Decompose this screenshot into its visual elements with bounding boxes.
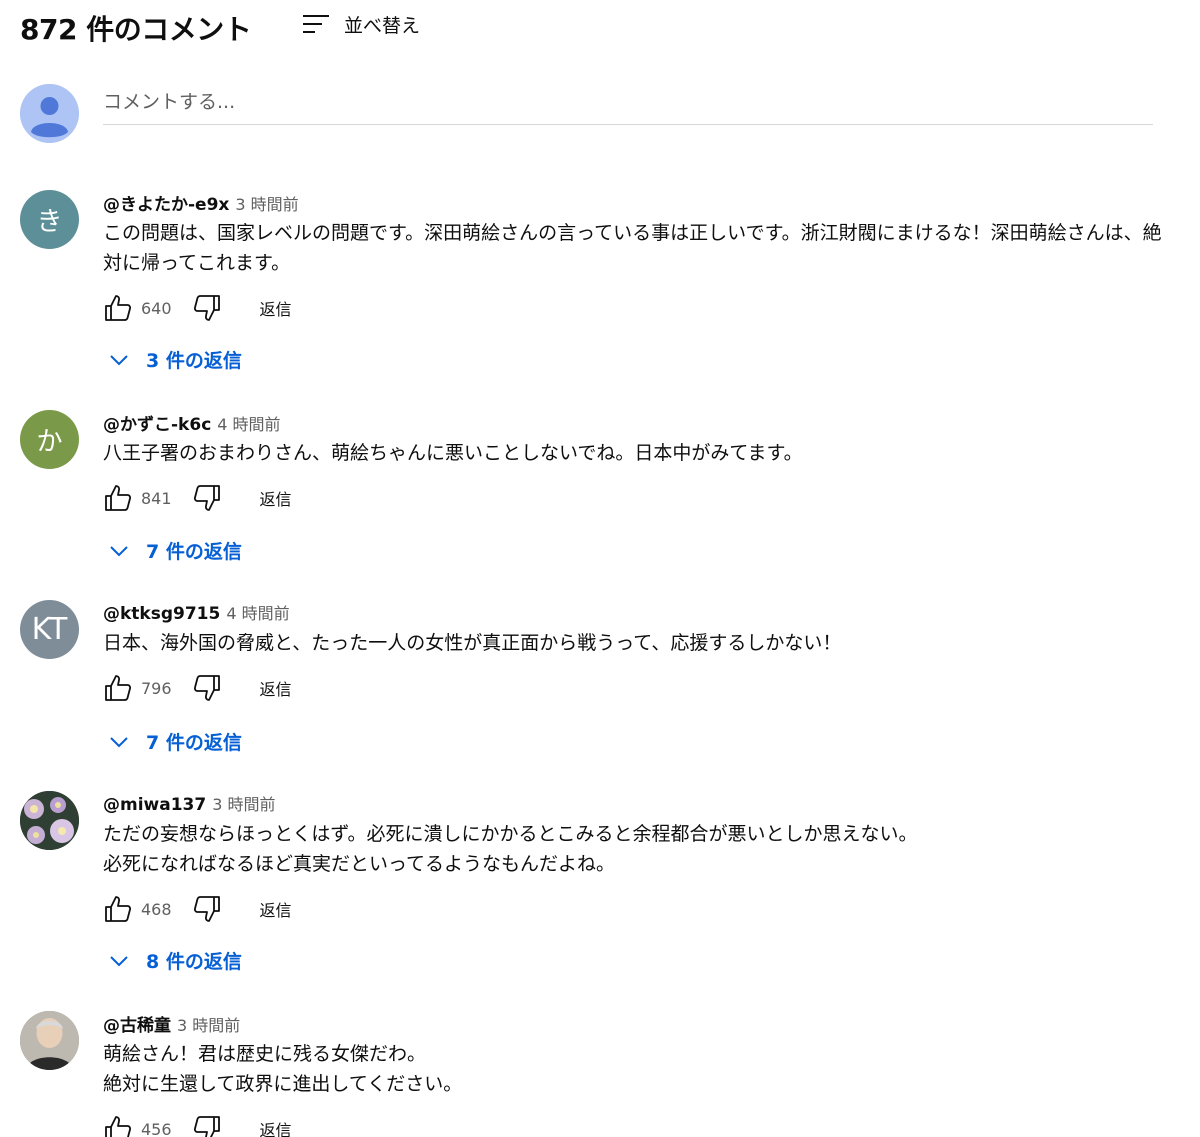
comment-compose xyxy=(20,84,1160,146)
avatar-initial: き xyxy=(36,207,63,237)
like-button[interactable] xyxy=(103,293,133,323)
dislike-button[interactable] xyxy=(192,293,222,323)
comment-body: @古稀童 3 時間前 萌絵さん！君は歴史に残る女傑だわ。 絶対に生還して政界に進… xyxy=(103,1011,1178,1137)
thumbs-up-icon xyxy=(105,295,132,321)
comment-time[interactable]: 3 時間前 xyxy=(177,1012,240,1036)
flower-photo-icon xyxy=(20,791,79,850)
view-replies-button[interactable]: 3 件の返信 xyxy=(108,346,242,373)
thumbs-up-icon xyxy=(105,675,132,701)
avatar[interactable]: か xyxy=(20,410,79,469)
like-button[interactable] xyxy=(103,673,133,703)
dislike-button[interactable] xyxy=(192,894,222,924)
reply-button[interactable]: 返信 xyxy=(260,486,292,510)
comment-body: @きよたか-e9x 3 時間前 この問題は、国家レベルの問題です。深田萌絵さんの… xyxy=(103,190,1178,326)
comment-author[interactable]: @ktksg9715 xyxy=(103,604,220,624)
comment-text-line: 萌絵さん！君は歴史に残る女傑だわ。 xyxy=(103,1043,427,1065)
comment-body: @かずこ-k6c 4 時間前 八王子署のおまわりさん、萌絵ちゃんに悪いことしない… xyxy=(103,410,1178,516)
view-replies-button[interactable]: 7 件の返信 xyxy=(108,537,242,564)
comment-author[interactable]: @miwa137 xyxy=(103,795,206,815)
comment-author[interactable]: @かずこ-k6c xyxy=(103,410,211,435)
avatar[interactable]: き xyxy=(20,190,79,249)
comment-actions: 468 返信 xyxy=(103,891,1178,927)
replies-count-label: 8 件の返信 xyxy=(146,951,242,973)
like-button[interactable] xyxy=(103,483,133,513)
person-photo-icon xyxy=(20,1011,79,1070)
thumbs-down-icon xyxy=(193,295,220,321)
thumbs-down-icon xyxy=(193,485,220,511)
comment-body: @ktksg9715 4 時間前 日本、海外国の脅威と、たった一人の女性が真正面… xyxy=(103,600,1178,706)
avatar[interactable] xyxy=(20,1011,79,1070)
reply-button[interactable]: 返信 xyxy=(260,676,292,700)
reply-button[interactable]: 返信 xyxy=(260,897,292,921)
thumbs-up-icon xyxy=(105,485,132,511)
like-count: 468 xyxy=(141,899,172,919)
comments-header: 872 件のコメント xyxy=(20,8,252,48)
comment-time[interactable]: 3 時間前 xyxy=(212,791,275,815)
user-silhouette-icon xyxy=(20,84,79,143)
comment-time[interactable]: 4 時間前 xyxy=(226,600,289,624)
comments-section: 872 件のコメント 並べ替え き @きよたか-e9x 3 時間前 xyxy=(0,0,1200,1137)
comment-text-line: 絶対に生還して政界に進出してください。 xyxy=(103,1073,463,1095)
thumbs-up-icon xyxy=(105,896,132,922)
comment-meta: @ktksg9715 4 時間前 xyxy=(103,600,1178,626)
like-count: 796 xyxy=(141,678,172,698)
comment-author[interactable]: @古稀童 xyxy=(103,1011,171,1036)
avatar-initial: か xyxy=(36,427,63,457)
user-avatar xyxy=(20,84,79,143)
like-count: 456 xyxy=(141,1119,172,1137)
comment-input[interactable] xyxy=(103,84,1153,125)
avatar[interactable] xyxy=(20,791,79,850)
comment-time[interactable]: 3 時間前 xyxy=(235,191,298,215)
replies-count-label: 7 件の返信 xyxy=(146,732,242,754)
sort-label: 並べ替え xyxy=(344,14,421,37)
like-count: 841 xyxy=(141,488,172,508)
like-button[interactable] xyxy=(103,1114,133,1137)
like-button[interactable] xyxy=(103,894,133,924)
thumbs-up-icon xyxy=(105,1116,132,1137)
comment-text: 八王子署のおまわりさん、萌絵ちゃんに悪いことしないでね。日本中がみてます。 xyxy=(103,442,803,464)
comment-count-title: 872 件のコメント xyxy=(20,13,252,46)
thumbs-down-icon xyxy=(193,675,220,701)
comment-actions: 796 返信 xyxy=(103,670,1178,706)
thumbs-down-icon xyxy=(193,896,220,922)
comment-meta: @かずこ-k6c 4 時間前 xyxy=(103,410,1178,436)
sort-icon xyxy=(303,15,329,33)
comment-author[interactable]: @きよたか-e9x xyxy=(103,190,229,215)
comment-actions: 640 返信 xyxy=(103,290,1178,326)
comment-text-line: ただの妄想ならほっとくはず。必死に潰しにかかるとこみると余程都合が悪いとしか思え… xyxy=(103,823,918,845)
chevron-down-icon xyxy=(110,545,128,556)
replies-count-label: 3 件の返信 xyxy=(146,350,242,372)
sort-button[interactable]: 並べ替え xyxy=(300,8,420,40)
avatar[interactable]: KT xyxy=(20,600,79,659)
comment-actions: 841 返信 xyxy=(103,480,1178,516)
view-replies-button[interactable]: 8 件の返信 xyxy=(108,947,242,974)
comment-meta: @古稀童 3 時間前 xyxy=(103,1011,1178,1037)
view-replies-button[interactable]: 7 件の返信 xyxy=(108,728,242,755)
comment-text-line: 必死になればなるほど真実だといってるようなもんだよね。 xyxy=(103,853,616,875)
chevron-down-icon xyxy=(110,354,128,365)
comment-meta: @きよたか-e9x 3 時間前 xyxy=(103,190,1178,216)
chevron-down-icon xyxy=(110,955,128,966)
comment-body: @miwa137 3 時間前 ただの妄想ならほっとくはず。必死に潰しにかかるとこ… xyxy=(103,791,1178,927)
comment-text: 日本、海外国の脅威と、たった一人の女性が真正面から戦うって、応援するしかない！ xyxy=(103,632,842,654)
reply-button[interactable]: 返信 xyxy=(260,1117,292,1137)
chevron-down-icon xyxy=(110,736,128,747)
like-count: 640 xyxy=(141,298,172,318)
comment-actions: 456 返信 xyxy=(103,1111,1178,1137)
comment-meta: @miwa137 3 時間前 xyxy=(103,791,1178,817)
dislike-button[interactable] xyxy=(192,1114,222,1137)
comment-time[interactable]: 4 時間前 xyxy=(217,411,280,435)
comment-text: ただの妄想ならほっとくはず。必死に潰しにかかるとこみると余程都合が悪いとしか思え… xyxy=(103,819,1178,879)
dislike-button[interactable] xyxy=(192,483,222,513)
reply-button[interactable]: 返信 xyxy=(260,296,292,320)
comment-text: 萌絵さん！君は歴史に残る女傑だわ。 絶対に生還して政界に進出してください。 xyxy=(103,1039,1178,1099)
replies-count-label: 7 件の返信 xyxy=(146,541,242,563)
dislike-button[interactable] xyxy=(192,673,222,703)
avatar-initial: KT xyxy=(31,612,68,647)
comment-text: この問題は、国家レベルの問題です。深田萌絵さんの言っている事は正しいです。浙江財… xyxy=(103,222,1162,274)
thumbs-down-icon xyxy=(193,1116,220,1137)
